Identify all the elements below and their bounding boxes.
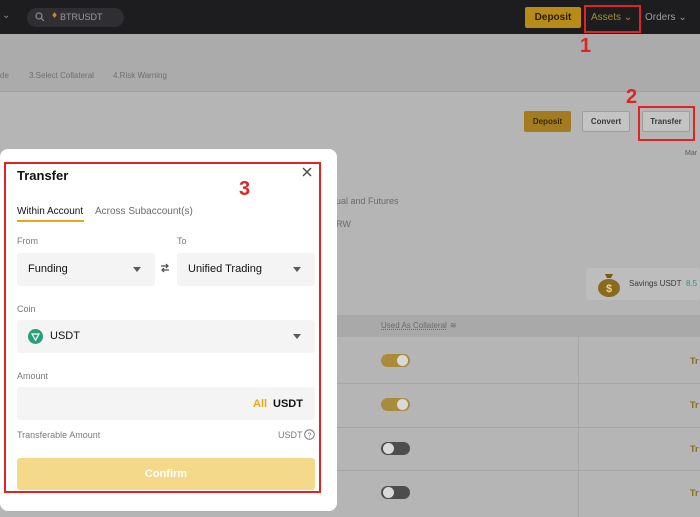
row-transfer-link[interactable]: Tr	[690, 444, 699, 454]
toggle-knob	[397, 399, 408, 410]
flame-icon: ♦	[52, 10, 58, 21]
page-deposit-button[interactable]: Deposit	[524, 111, 571, 132]
table-row-divider	[336, 470, 700, 471]
search-text: BTRUSDT	[60, 12, 103, 22]
stack-icon: ≋	[449, 321, 457, 330]
step-risk-warning: 4.Risk Warning	[113, 71, 167, 80]
bg-account-text-2: RW	[336, 219, 351, 229]
toggle-knob	[383, 443, 394, 454]
search-icon	[35, 12, 45, 22]
bg-ma-text: Mar	[685, 150, 698, 157]
annotation-box-3	[4, 162, 321, 493]
svg-text:$: $	[606, 283, 612, 295]
row-transfer-link[interactable]: Tr	[690, 488, 699, 498]
collateral-toggle[interactable]	[381, 354, 410, 367]
row-transfer-link[interactable]: Tr	[690, 400, 699, 410]
money-bag-icon: $	[598, 274, 620, 297]
chevron-down-icon: ⌄	[678, 12, 687, 23]
toggle-knob	[383, 487, 394, 498]
annotation-number-3: 3	[239, 178, 251, 200]
search-box[interactable]: ♦ BTRUSDT	[27, 8, 124, 27]
bg-account-text: ual and Futures	[336, 196, 399, 206]
nav-deposit-button[interactable]: Deposit	[525, 7, 581, 28]
nav-orders-menu[interactable]: Orders ⌄	[645, 12, 687, 23]
annotation-box-1	[584, 5, 641, 33]
annotation-number-2: 2	[626, 86, 638, 108]
steps-bar	[0, 34, 700, 92]
collateral-toggle[interactable]	[381, 486, 410, 499]
nav-orders-label: Orders	[645, 12, 676, 23]
row-transfer-link[interactable]: Tr	[690, 356, 699, 366]
savings-value: 8.5	[686, 279, 698, 288]
savings-label: Savings USDT	[629, 279, 682, 288]
collateral-toggle[interactable]	[381, 442, 410, 455]
toggle-knob	[397, 355, 408, 366]
table-row-divider	[336, 427, 700, 428]
chevron-down-icon[interactable]: ⌄	[2, 10, 10, 21]
table-row-divider	[336, 383, 700, 384]
step-select-collateral: 3.Select Collateral	[29, 71, 94, 80]
annotation-number-1: 1	[580, 35, 592, 57]
page-convert-button[interactable]: Convert	[582, 111, 630, 132]
used-as-collateral-label: Used As Collateral	[381, 321, 447, 330]
annotation-box-2	[638, 106, 695, 141]
step-mode: de	[0, 71, 9, 80]
used-as-collateral-header: Used As Collateral ≋	[381, 321, 457, 330]
collateral-toggle[interactable]	[381, 398, 410, 411]
savings-card[interactable]: $ Savings USDT 8.5	[586, 268, 700, 300]
